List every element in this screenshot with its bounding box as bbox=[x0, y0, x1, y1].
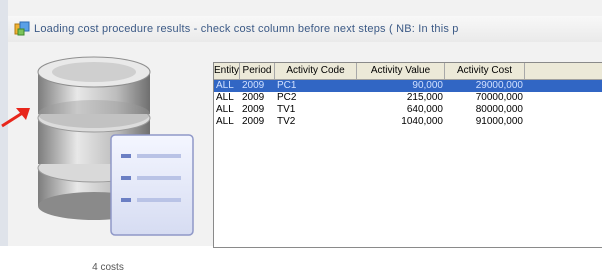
cell-entity: ALL bbox=[216, 80, 234, 91]
cell-activity-cost: 70000,000 bbox=[475, 92, 523, 103]
window-title: Loading cost procedure results - check c… bbox=[34, 23, 459, 35]
column-header-activity-code[interactable]: Activity Code bbox=[275, 63, 357, 79]
red-arrow-icon bbox=[1, 108, 30, 128]
results-table[interactable]: Entity Period Activity Code Activity Val… bbox=[213, 62, 602, 248]
cell-activity-value: 215,000 bbox=[406, 92, 443, 103]
cell-entity: ALL bbox=[216, 116, 234, 127]
summary-panel: 4 costs bbox=[1, 42, 208, 273]
cell-activity-cost: 29000,000 bbox=[475, 80, 523, 91]
table-row[interactable]: ALL 2009 PC2 215,000 70000,000 bbox=[214, 92, 602, 104]
table-header: Entity Period Activity Code Activity Val… bbox=[214, 63, 602, 80]
table-row[interactable]: ALL 2009 TV1 640,000 80000,000 bbox=[214, 104, 602, 116]
cell-activity-value: 640,000 bbox=[406, 104, 443, 115]
column-header-period[interactable]: Period bbox=[240, 63, 275, 79]
cell-activity-value: 90,000 bbox=[412, 80, 443, 91]
cell-activity-code: PC2 bbox=[277, 92, 297, 103]
cell-activity-code: PC1 bbox=[277, 80, 297, 91]
cell-period: 2009 bbox=[242, 116, 265, 127]
title-bar[interactable]: Loading cost procedure results - check c… bbox=[8, 16, 602, 42]
app-window: Loading cost procedure results - check c… bbox=[0, 0, 602, 273]
cell-period: 2009 bbox=[242, 92, 265, 103]
cell-entity: ALL bbox=[216, 104, 234, 115]
cell-period: 2009 bbox=[242, 80, 265, 91]
table-row[interactable]: ALL 2009 PC1 90,000 29000,000 bbox=[214, 80, 602, 92]
cell-activity-code: TV2 bbox=[277, 116, 296, 127]
cell-activity-value: 1040,000 bbox=[401, 116, 443, 127]
cell-entity: ALL bbox=[216, 92, 234, 103]
table-row[interactable]: ALL 2009 TV2 1040,000 91000,000 bbox=[214, 116, 602, 128]
database-icon bbox=[37, 56, 194, 236]
cell-period: 2009 bbox=[242, 104, 265, 115]
column-header-activity-value[interactable]: Activity Value bbox=[357, 63, 445, 79]
column-header-entity[interactable]: Entity bbox=[214, 63, 240, 79]
cell-activity-code: TV1 bbox=[277, 104, 296, 115]
column-header-activity-cost[interactable]: Activity Cost bbox=[445, 63, 525, 79]
app-icon bbox=[14, 21, 30, 36]
cell-activity-cost: 91000,000 bbox=[475, 116, 523, 127]
cell-activity-cost: 80000,000 bbox=[475, 104, 523, 115]
costs-count-label: 4 costs bbox=[92, 262, 124, 273]
